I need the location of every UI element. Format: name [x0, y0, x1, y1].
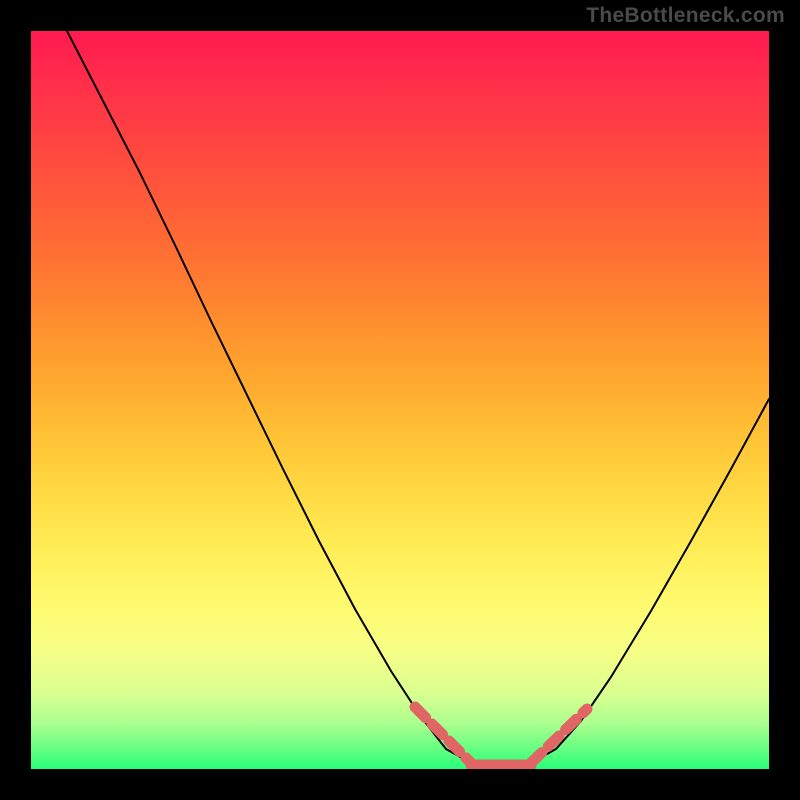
chart-container: TheBottleneck.com: [0, 0, 800, 800]
curve-layer: [31, 31, 769, 769]
watermark-label: TheBottleneck.com: [586, 4, 785, 28]
left-marker-band: [415, 707, 471, 763]
plot-area: [31, 31, 769, 769]
bottleneck-curve: [67, 31, 769, 767]
right-marker-band: [531, 709, 587, 763]
